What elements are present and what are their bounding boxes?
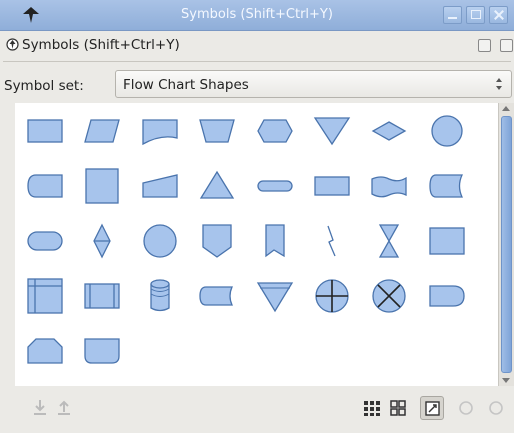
dock-iconify-button[interactable] [478,39,491,52]
small-tiles-icon [390,400,406,416]
symbol-direct-data[interactable] [426,165,468,207]
zoom-in-icon [489,401,503,415]
symbol-set-dropdown[interactable]: Flow Chart Shapes [115,70,512,98]
symbol-merge-triangle[interactable] [254,275,296,317]
symbol-process[interactable] [24,110,66,152]
symbol-collate[interactable] [81,220,123,262]
remove-symbol-icon [58,400,70,415]
symbol-punched-tape[interactable] [368,165,410,207]
symbol-predefined-process[interactable] [81,275,123,317]
small-tiles-button[interactable] [386,396,410,420]
symbol-merge[interactable] [311,110,353,152]
symbol-off-page-connector[interactable] [196,220,238,262]
symbol-document[interactable] [139,110,181,152]
dock-header: Symbols (Shift+Ctrl+Y) [0,33,514,57]
insert-symbol-button[interactable] [28,396,52,420]
symbol-delay-right[interactable] [426,275,468,317]
symbol-off-page-vertical[interactable] [254,220,296,262]
symbol-extract[interactable] [196,165,238,207]
symbol-process-square[interactable] [81,165,123,207]
symbol-preparation[interactable] [254,110,296,152]
scroll-down-icon[interactable] [502,378,510,383]
symbol-summing-junction[interactable] [311,275,353,317]
symbol-magnetic-disk[interactable] [139,275,181,317]
zoom-in-button[interactable] [484,396,508,420]
symbol-terminator[interactable] [24,220,66,262]
window-titlebar[interactable]: Symbols (Shift+Ctrl+Y) [0,0,514,31]
symbol-lightning[interactable] [311,220,353,262]
symbol-process-wide[interactable] [426,220,468,262]
symbol-manual-input[interactable] [139,165,181,207]
symbol-internal-storage[interactable] [24,275,66,317]
symbol-circle[interactable] [139,220,181,262]
close-button[interactable] [489,6,508,24]
symbol-manual-operation[interactable] [196,110,238,152]
symbol-delay[interactable] [24,165,66,207]
symbols-toolbar [0,392,514,433]
symbol-set-label: Symbol set: [4,78,84,94]
remove-symbol-button[interactable] [52,396,76,420]
maximize-button[interactable] [466,6,485,24]
large-tiles-icon [364,401,380,416]
symbol-set-value: Flow Chart Shapes [123,77,249,93]
symbol-manual-operation-rounded[interactable] [81,330,123,372]
dropdown-arrows-icon [495,75,503,93]
scroll-up-icon[interactable] [502,106,510,111]
inkscape-dock-icon [6,38,19,51]
window-title: Symbols (Shift+Ctrl+Y) [181,7,333,22]
symbol-loop-limit[interactable] [24,330,66,372]
zoom-out-button[interactable] [454,396,478,420]
insert-symbol-icon [34,400,46,415]
dock-close-button[interactable] [500,39,513,52]
symbol-data[interactable] [81,110,123,152]
large-tiles-button[interactable] [360,396,384,420]
symbol-connector[interactable] [426,110,468,152]
scrollbar-thumb[interactable] [501,116,512,373]
symbols-scrollbar[interactable] [498,103,514,386]
symbol-terminator-thin[interactable] [254,165,296,207]
dock-title: Symbols (Shift+Ctrl+Y) [22,37,180,53]
fit-symbol-icon [425,401,440,416]
symbol-sort[interactable] [368,110,410,152]
zoom-out-icon [459,401,473,415]
symbol-hourglass[interactable] [368,220,410,262]
symbol-stored-data[interactable] [196,275,238,317]
divider [3,61,511,62]
symbol-punched-tape-flat[interactable] [311,165,353,207]
minimize-button[interactable] [443,6,462,24]
fit-symbol-button[interactable] [420,396,444,420]
symbol-or[interactable] [368,275,410,317]
